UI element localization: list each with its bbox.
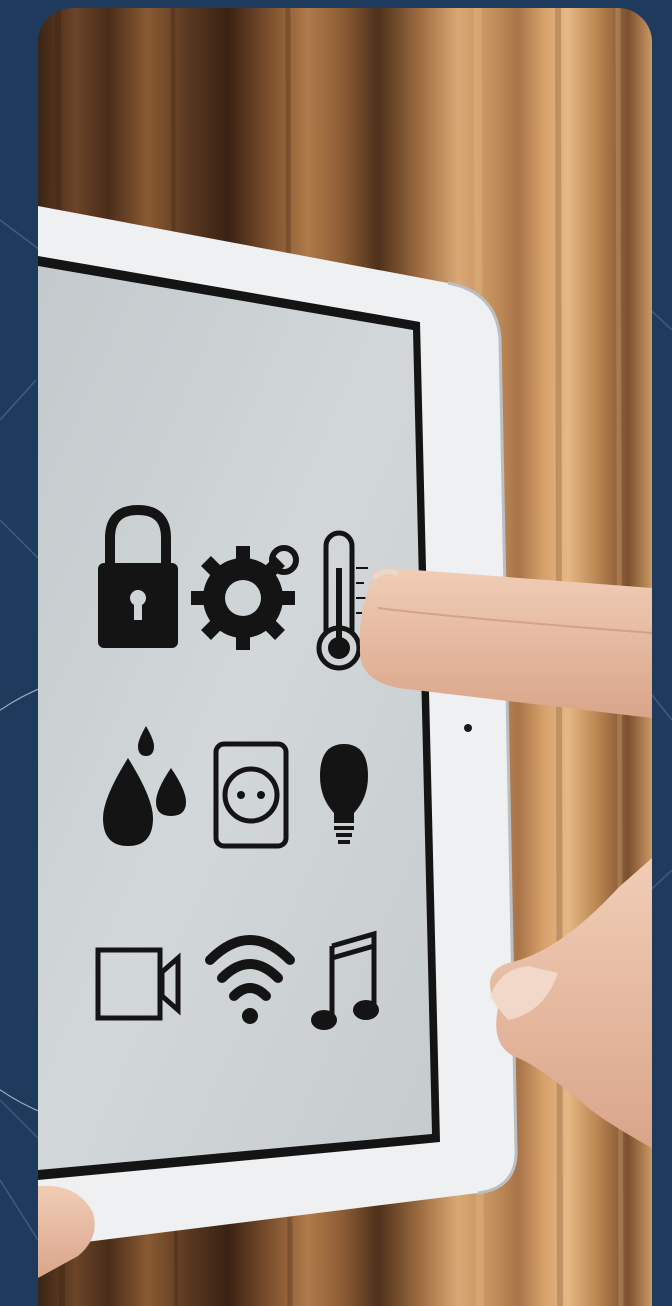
tablet-screen — [38, 266, 432, 1170]
camera-dot — [464, 724, 472, 732]
tablet-photo — [38, 8, 652, 1306]
gear-icon — [191, 545, 299, 650]
photo-card — [38, 8, 652, 1306]
background — [0, 0, 672, 1306]
